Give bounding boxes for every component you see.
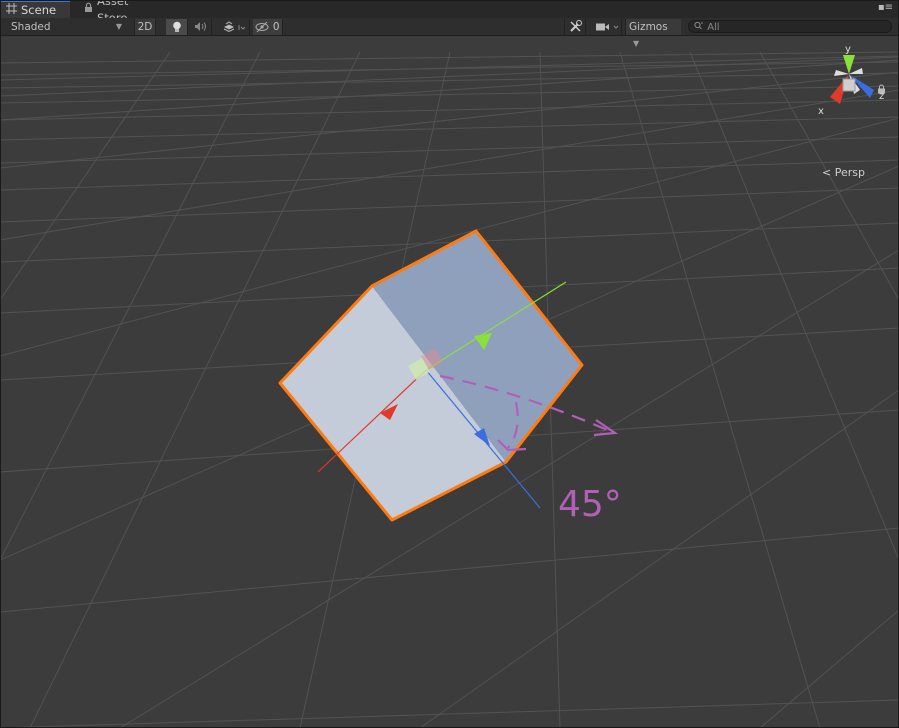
search-placeholder: All <box>707 22 720 33</box>
camera-settings-dropdown[interactable] <box>592 19 622 35</box>
center-cube-icon[interactable] <box>842 78 856 92</box>
tab-scene[interactable]: Scene <box>0 0 70 18</box>
projection-text: Persp <box>834 166 865 179</box>
grid-icon <box>6 2 17 19</box>
axis-y-label: y <box>845 44 851 55</box>
shading-mode-dropdown[interactable]: Shaded ▼ <box>6 19 126 35</box>
layers-icon <box>223 21 245 36</box>
gizmos-dropdown[interactable]: Gizmos ▼ <box>625 19 681 48</box>
chevron-down-icon: ▼ <box>115 22 122 31</box>
camera-icon <box>595 23 619 36</box>
search-icon <box>694 21 707 33</box>
axis-x-label: x <box>818 106 824 117</box>
tab-asset-store[interactable]: Asset Store <box>78 0 168 25</box>
tab-bar: Scene Asset Store ▪≡ <box>0 0 899 25</box>
tab-menu-icon[interactable]: ▪≡ <box>878 2 893 13</box>
lighting-toggle-button[interactable] <box>166 19 188 35</box>
effects-dropdown[interactable] <box>218 19 250 35</box>
audio-toggle-button[interactable] <box>190 19 212 35</box>
2d-toggle-button[interactable]: 2D <box>134 19 156 35</box>
lock-icon <box>84 1 93 18</box>
neg-x-cone-icon <box>834 70 849 76</box>
projection-label[interactable]: < Persp <box>822 166 865 179</box>
orientation-gizmo[interactable]: y x z <box>816 42 886 122</box>
search-input[interactable]: All <box>688 20 892 33</box>
tab-scene-label: Scene <box>21 2 57 17</box>
chevron-left-icon: < <box>822 166 832 179</box>
scene-viewport[interactable]: y x z < Persp 45° <box>0 36 899 728</box>
speaker-icon <box>194 22 207 35</box>
wrench-icon <box>569 20 582 36</box>
tools-button[interactable] <box>564 19 586 35</box>
y-cone-icon[interactable] <box>843 55 855 74</box>
2d-label: 2D <box>137 21 153 33</box>
scene-toolbar: Shaded ▼ 2D 0 Gizmos ▼ All <box>0 18 899 48</box>
rotation-annotation: 45° <box>558 484 622 525</box>
lock-icon[interactable] <box>877 84 886 97</box>
neg-z-cone-icon <box>849 68 863 74</box>
hidden-objects-toggle[interactable]: 0 <box>253 19 283 35</box>
gizmos-label: Gizmos <box>629 21 668 33</box>
lightbulb-icon <box>172 21 182 36</box>
shading-mode-label: Shaded <box>11 21 51 33</box>
selected-cube[interactable] <box>0 36 899 728</box>
hidden-count: 0 <box>272 21 280 33</box>
